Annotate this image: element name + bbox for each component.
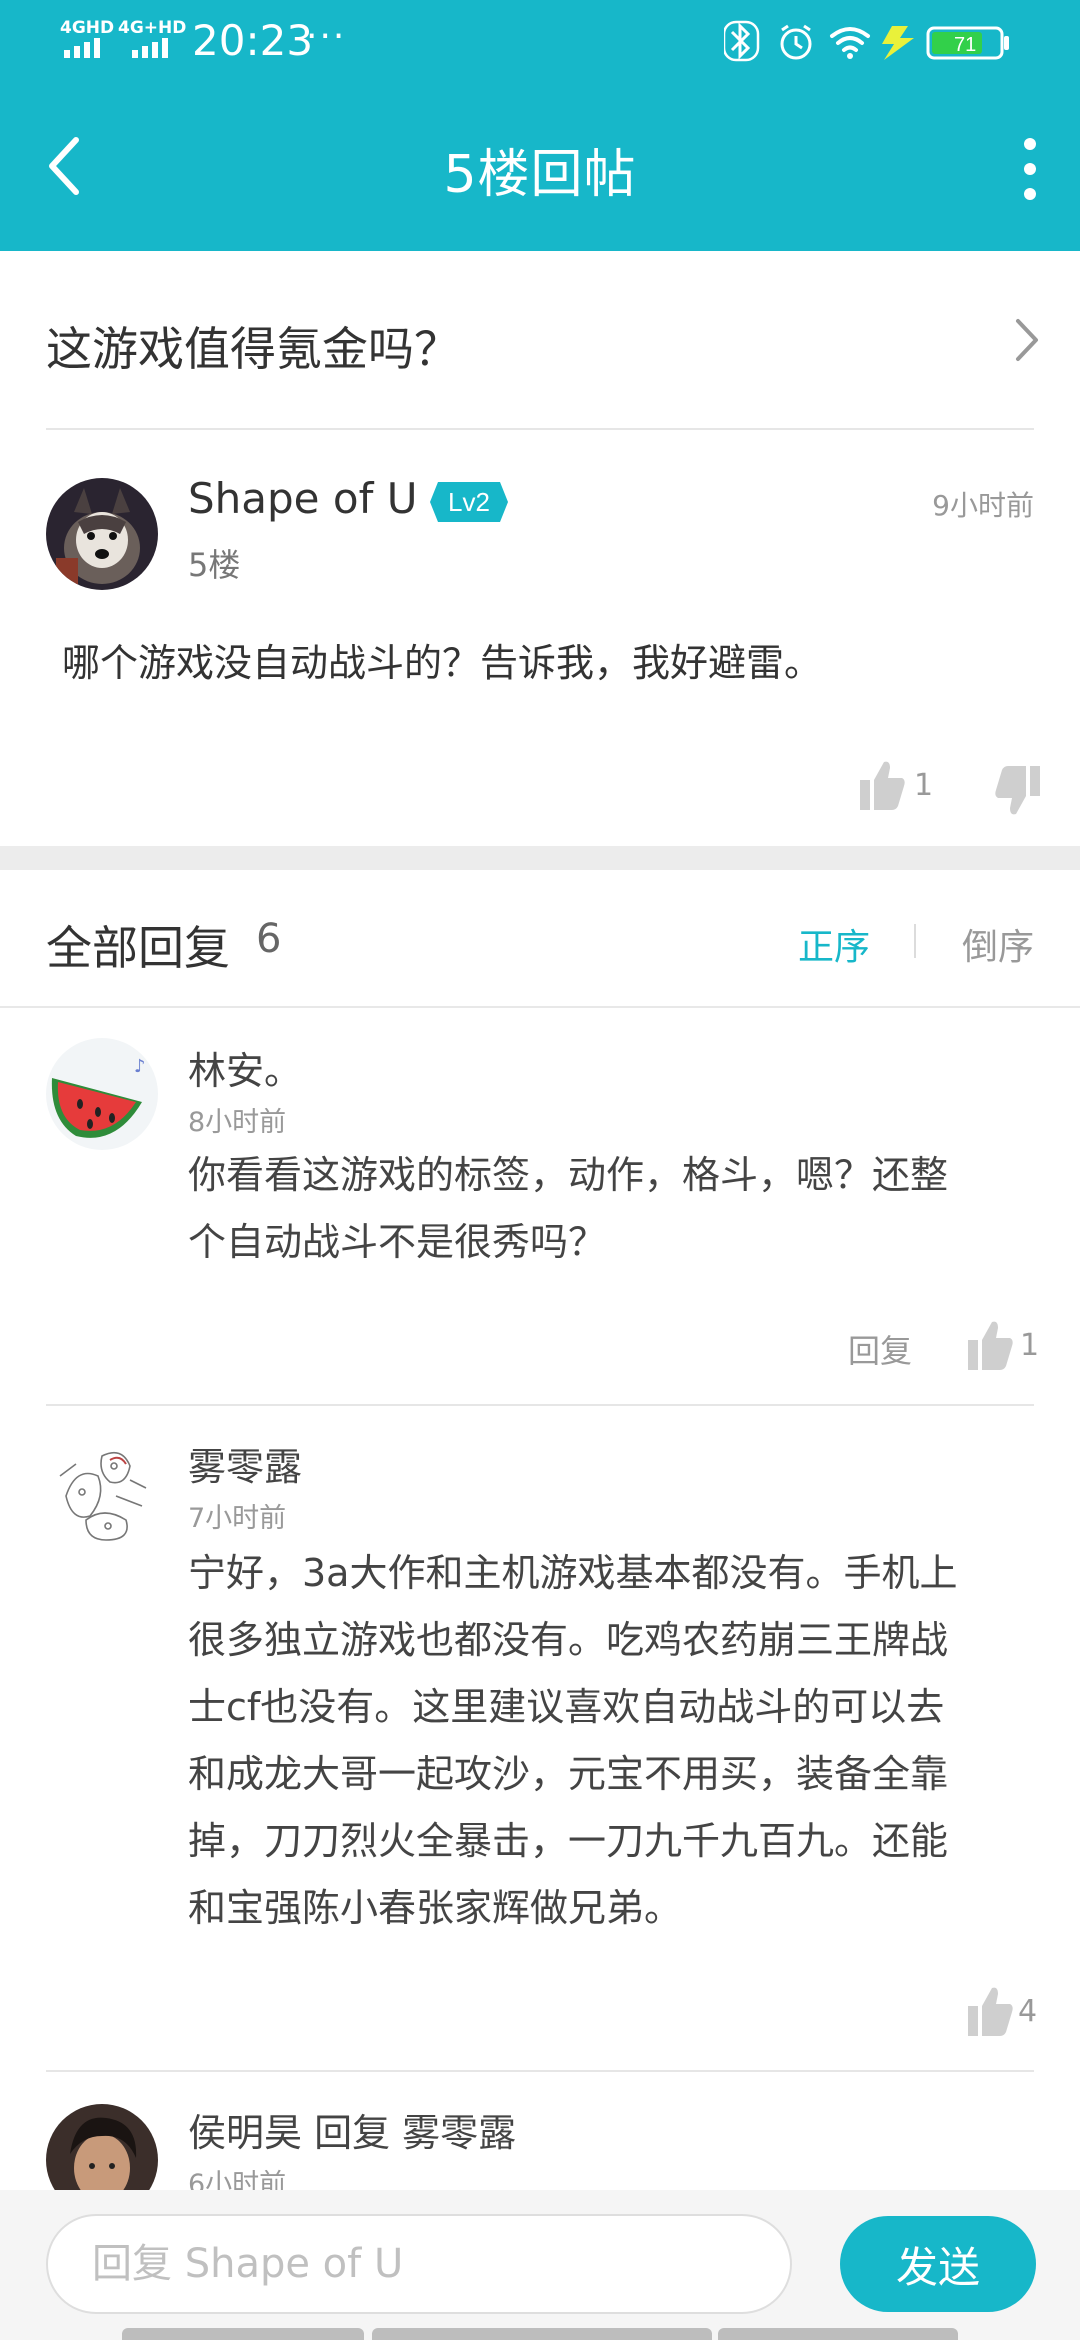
level-badge: Lv2 xyxy=(430,482,508,522)
svg-text:71: 71 xyxy=(954,34,976,56)
sort-descending-tab[interactable]: 倒序 xyxy=(962,918,1034,970)
thumbs-down-icon[interactable] xyxy=(994,764,1042,818)
status-time: 20:23 xyxy=(192,16,314,65)
reply-author-name[interactable]: 雾零露 xyxy=(188,1436,302,1491)
thread-title: 这游戏值得氪金吗？ xyxy=(46,322,460,376)
reply-content-line: 掉，刀刀烈火全暴击，一刀九千九百九。还能 xyxy=(188,1819,949,1863)
reply-timestamp: 7小时前 xyxy=(188,1503,287,1534)
section-gap xyxy=(0,846,1080,870)
divider xyxy=(46,428,1034,430)
reply-like-count: 1 xyxy=(1020,1328,1040,1363)
top-bar: 4GHD 4G+HD 20:23 ··· 71 5楼回帖 xyxy=(0,0,1080,251)
signal-sim2-icon: 4G+HD xyxy=(118,18,186,58)
thumbs-up-icon[interactable] xyxy=(966,1318,1014,1372)
divider xyxy=(46,2070,1034,2072)
thumbs-up-icon[interactable] xyxy=(966,1984,1014,2038)
divider xyxy=(46,1404,1034,1406)
sort-ascending-tab[interactable]: 正序 xyxy=(798,918,870,970)
gesture-bar xyxy=(718,2328,958,2340)
watermelon-avatar-image: ♪ xyxy=(46,1038,158,1150)
post-timestamp: 9小时前 xyxy=(932,489,1034,522)
husky-avatar-image xyxy=(46,478,158,590)
status-bar: 4GHD 4G+HD 20:23 ··· 71 xyxy=(0,0,1080,84)
battery-icon: 71 xyxy=(926,26,1009,60)
post-author-name[interactable]: Shape of U xyxy=(188,474,417,523)
status-more-indicator: ··· xyxy=(306,16,347,57)
more-options-icon[interactable] xyxy=(1018,138,1042,200)
svg-text:Lv2: Lv2 xyxy=(448,487,490,517)
signal-sim1-icon: 4GHD xyxy=(60,18,114,58)
reply-author-name[interactable]: 林安。 xyxy=(188,1040,302,1095)
status-icons: 71 xyxy=(724,20,1009,62)
avatar[interactable] xyxy=(46,1436,158,1548)
gesture-bar xyxy=(122,2328,364,2340)
all-replies-title: 全部回复 xyxy=(46,921,230,975)
sketch-avatar-image xyxy=(46,1436,158,1548)
svg-text:♪: ♪ xyxy=(134,1056,146,1077)
reply-content-line: 和宝强陈小春张家辉做兄弟。 xyxy=(188,1886,683,1930)
bluetooth-icon xyxy=(724,20,760,62)
thumbs-up-icon[interactable] xyxy=(858,758,906,812)
signal-bars-icon xyxy=(132,38,168,58)
reply-author-name[interactable]: 侯明昊 回复 雾零露 xyxy=(188,2102,516,2157)
reply-content-line: 士cf也没有。这里建议喜欢自动战斗的可以去 xyxy=(188,1685,945,1729)
reply-input[interactable] xyxy=(46,2214,792,2314)
avatar[interactable] xyxy=(46,478,158,590)
send-button[interactable]: 发送 xyxy=(840,2216,1036,2312)
sort-separator xyxy=(914,924,916,958)
page-title: 5楼回帖 xyxy=(443,145,637,205)
post-like-count: 1 xyxy=(914,768,934,803)
reply-content-line: 个自动战斗不是很秀吗？ xyxy=(188,1220,607,1264)
reply-like-count: 4 xyxy=(1018,1994,1038,2029)
alarm-icon xyxy=(780,24,812,60)
wifi-icon xyxy=(830,27,870,59)
reply-composer: 发送 xyxy=(0,2190,1080,2340)
charging-icon xyxy=(882,26,914,60)
thread-link[interactable]: 这游戏值得氪金吗？ xyxy=(0,251,1080,429)
reply-timestamp: 8小时前 xyxy=(188,1107,287,1138)
gesture-bar xyxy=(372,2328,712,2340)
divider xyxy=(0,1006,1080,1008)
reply-content-line: 很多独立游戏也都没有。吃鸡农药崩三王牌战 xyxy=(188,1618,949,1662)
reply-content: 宁好，3a大作和主机游戏基本都没有。手机上 很多独立游戏也都没有。吃鸡农药崩三王… xyxy=(188,1540,1036,1942)
post-content: 哪个游戏没自动战斗的？告诉我，我好避雷。 xyxy=(62,641,823,685)
reply-content: 你看看这游戏的标签，动作，格斗，嗯？还整 个自动战斗不是很秀吗？ xyxy=(188,1142,1036,1276)
post-floor-number: 5楼 xyxy=(188,546,241,584)
signal-bars-icon xyxy=(64,38,100,58)
replies-count: 6 xyxy=(256,916,282,962)
sim1-network-label: 4GHD xyxy=(60,18,115,38)
chevron-right-icon xyxy=(1016,319,1038,361)
reply-button[interactable]: 回复 xyxy=(848,1326,912,1372)
avatar[interactable]: ♪ xyxy=(46,1038,158,1150)
sim2-network-label: 4G+HD xyxy=(118,18,187,38)
reply-content-line: 和成龙大哥一起攻沙，元宝不用买，装备全靠 xyxy=(188,1752,949,1796)
reply-content-line: 你看看这游戏的标签，动作，格斗，嗯？还整 xyxy=(188,1153,949,1197)
reply-content-line: 宁好，3a大作和主机游戏基本都没有。手机上 xyxy=(188,1551,958,1595)
